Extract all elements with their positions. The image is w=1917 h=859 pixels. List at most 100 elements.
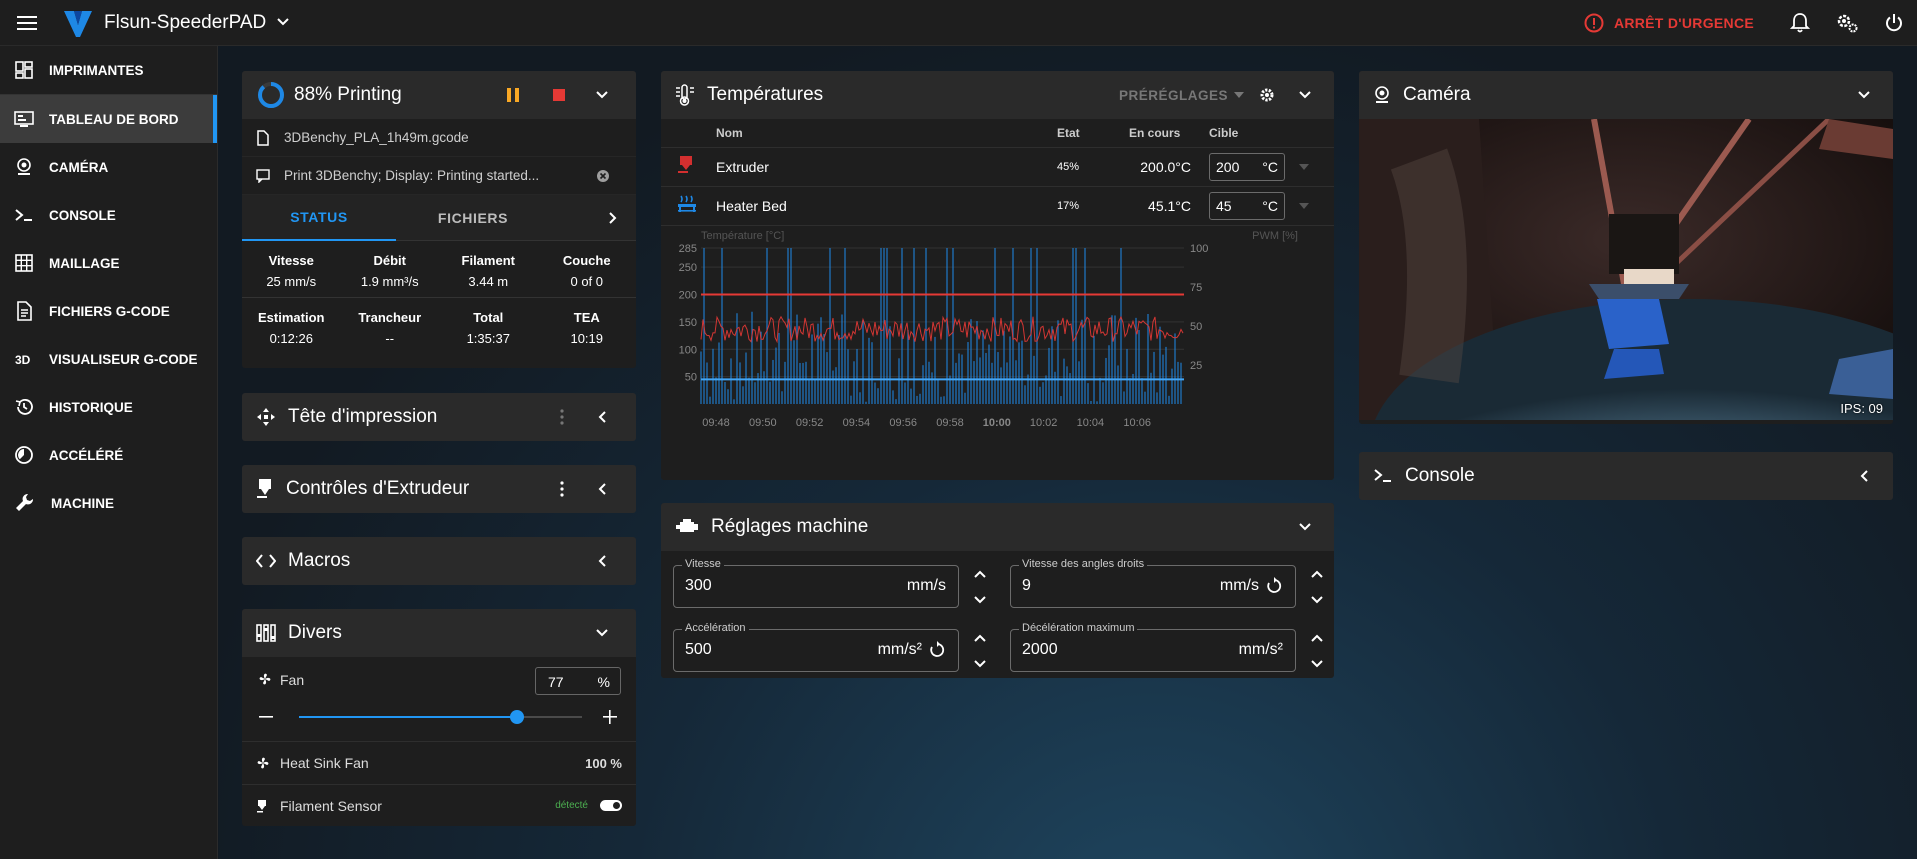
- tab-status[interactable]: STATUS: [242, 195, 396, 241]
- chevron-left-icon[interactable]: [1849, 469, 1879, 483]
- webcam-icon: [17, 158, 31, 175]
- fan-slider-fill: [299, 716, 517, 718]
- bell-icon[interactable]: [1776, 0, 1823, 46]
- print-status-title: 88% Printing: [294, 84, 402, 105]
- presets-dropdown[interactable]: PRÉRÉGLAGES: [1119, 88, 1244, 103]
- chevron-left-icon[interactable]: [582, 482, 622, 496]
- chevron-down-icon[interactable]: [1290, 90, 1320, 100]
- sidebar-item-printers[interactable]: IMPRIMANTES: [0, 46, 217, 94]
- sidebar-item-mesh[interactable]: MAILLAGE: [0, 239, 217, 287]
- chart-xtick-label: 09:52: [796, 417, 824, 429]
- menu-icon[interactable]: [0, 0, 54, 46]
- fan-slider[interactable]: [299, 710, 582, 724]
- chart-y2tick-label: 25: [1190, 360, 1202, 372]
- chart-xtick-label: 09:58: [936, 417, 964, 429]
- acceleration-stepper[interactable]: [969, 629, 991, 673]
- timelapse-icon: [15, 446, 33, 464]
- printer-nozzle-icon: [257, 479, 271, 498]
- sidebar-item-gcode-files[interactable]: FICHIERS G-CODE: [0, 287, 217, 335]
- status-tabs: STATUS FICHIERS: [242, 195, 636, 241]
- close-circle-icon[interactable]: [596, 169, 624, 186]
- toolhead-panel-header[interactable]: Tête d'impression: [242, 393, 636, 441]
- target-temp-input[interactable]: 200 °C: [1209, 152, 1285, 181]
- chevron-left-icon[interactable]: [582, 554, 622, 568]
- console-panel: Console: [1359, 452, 1893, 500]
- chart-y2tick-label: 100: [1190, 243, 1208, 255]
- emergency-stop-button[interactable]: ARRÊT D'URGENCE: [1584, 13, 1754, 33]
- chevron-right-icon[interactable]: [590, 211, 636, 225]
- sidebar-item-label: ACCÉLÉRÉ: [49, 447, 124, 463]
- camera-image: [1359, 119, 1893, 420]
- menu-down-icon: [1234, 92, 1244, 98]
- chevron-down-icon: [974, 596, 986, 604]
- mesh-grid-icon: [15, 254, 33, 272]
- chart-ytick-label: 285: [679, 243, 697, 255]
- chart-y2tick-label: 50: [1190, 321, 1202, 333]
- chevron-down-icon[interactable]: [1290, 522, 1320, 532]
- sidebar-item-console[interactable]: CONSOLE: [0, 191, 217, 239]
- speed-stepper[interactable]: [969, 565, 991, 609]
- dots-vertical-icon[interactable]: [542, 409, 582, 425]
- heater-state: 45%: [1057, 146, 1129, 186]
- tab-files[interactable]: FICHIERS: [396, 195, 550, 241]
- message-icon: [256, 168, 270, 183]
- file-icon: [257, 129, 269, 146]
- max-decel-stepper[interactable]: [1306, 629, 1328, 673]
- stat-flow: Débit 1.9 mm³/s: [360, 253, 419, 289]
- power-icon[interactable]: [1870, 0, 1917, 46]
- pause-icon[interactable]: [490, 75, 536, 115]
- minus-icon[interactable]: [258, 709, 274, 730]
- camera-panel-header[interactable]: Caméra: [1359, 71, 1893, 119]
- fan-speed-input[interactable]: 77 %: [535, 667, 621, 695]
- extruder-panel: Contrôles d'Extrudeur: [242, 465, 636, 513]
- chart-xtick-label: 09:56: [889, 417, 917, 429]
- printer-nozzle-icon: [257, 799, 266, 812]
- chevron-up-icon: [974, 634, 986, 642]
- acceleration-field[interactable]: Accélération 500 mm/s²: [673, 622, 959, 672]
- chart-xtick-label: 09:54: [843, 417, 871, 429]
- engine-icon: [676, 519, 698, 532]
- menu-down-icon[interactable]: [1298, 202, 1309, 209]
- sidebar-item-label: MACHINE: [51, 495, 114, 511]
- menu-down-icon[interactable]: [1298, 163, 1309, 170]
- printer-name[interactable]: Flsun-SpeederPAD: [104, 12, 266, 34]
- thermometer-lines-icon: [676, 84, 694, 106]
- sidebar-item-history[interactable]: HISTORIQUE: [0, 383, 217, 431]
- console-panel-header[interactable]: Console: [1359, 452, 1893, 500]
- plus-icon[interactable]: [602, 709, 618, 730]
- settings-cogs-icon[interactable]: [1823, 0, 1870, 46]
- filament-sensor-toggle[interactable]: [600, 800, 622, 811]
- extruder-panel-header[interactable]: Contrôles d'Extrudeur: [242, 465, 636, 513]
- fan-slider-thumb[interactable]: [509, 710, 524, 724]
- chart-xtick-label: 10:04: [1077, 417, 1105, 429]
- chart-xtick-label: 10:06: [1123, 417, 1151, 429]
- stats-row-1: Vitesse 25 mm/s Débit 1.9 mm³/s Filament 3.…: [242, 241, 636, 298]
- chevron-down-icon[interactable]: [1849, 90, 1879, 100]
- stop-icon[interactable]: [536, 75, 582, 115]
- restart-icon[interactable]: [1265, 577, 1283, 595]
- sidebar-item-dashboard[interactable]: TABLEAU DE BORD: [0, 95, 217, 143]
- sidebar-item-camera[interactable]: CAMÉRA: [0, 143, 217, 191]
- chevron-left-icon[interactable]: [582, 410, 622, 424]
- heater-row-extruder: Extruder 45% 200.0°C 200 °C: [661, 146, 1334, 186]
- speed-field[interactable]: Vitesse 300 mm/s: [673, 558, 959, 608]
- heat-sink-fan-row: Heat Sink Fan 100 %: [242, 741, 636, 784]
- misc-panel-header[interactable]: Divers: [242, 609, 636, 657]
- macros-panel-header[interactable]: Macros: [242, 537, 636, 585]
- sidebar-item-machine[interactable]: MACHINE: [0, 479, 217, 527]
- square-corner-velocity-field[interactable]: Vitesse des angles droits 9 mm/s: [1010, 558, 1296, 608]
- sidebar-item-gcode-viewer[interactable]: 3D VISUALISEUR G-CODE: [0, 335, 217, 383]
- chevron-down-icon[interactable]: [582, 628, 622, 638]
- status-panel-header: 88% Printing: [242, 71, 636, 119]
- chevron-down-icon[interactable]: [276, 14, 290, 32]
- max-decel-field[interactable]: Décélération maximum 2000 mm/s²: [1010, 622, 1296, 672]
- gear-icon[interactable]: [1244, 87, 1290, 103]
- chevron-down-icon[interactable]: [582, 75, 622, 115]
- dots-vertical-icon[interactable]: [542, 481, 582, 497]
- machine-settings-header[interactable]: Réglages machine: [661, 503, 1334, 551]
- scv-stepper[interactable]: [1306, 565, 1328, 609]
- restart-icon[interactable]: [928, 641, 946, 659]
- sidebar-item-timelapse[interactable]: ACCÉLÉRÉ: [0, 431, 217, 479]
- stat-estimate: Estimation 0:12:26: [258, 310, 325, 346]
- target-temp-input[interactable]: 45 °C: [1209, 191, 1285, 220]
